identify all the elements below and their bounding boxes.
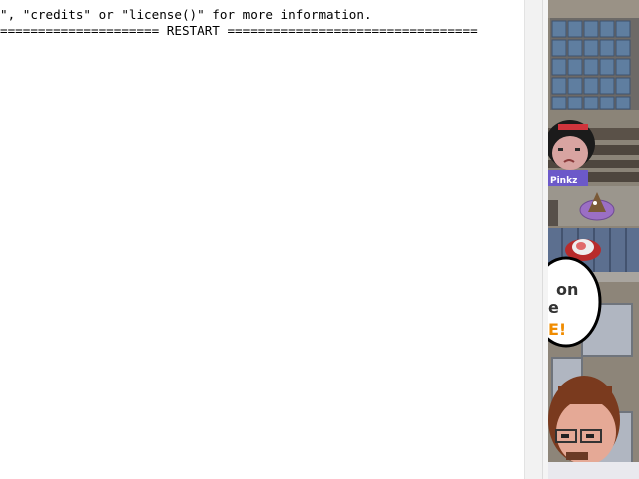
- game-scene: [548, 0, 639, 479]
- game-window[interactable]: on e E! Pinkz: [548, 0, 639, 479]
- speech-text-e: e: [548, 298, 559, 317]
- speech-text-exclaim: E!: [548, 320, 567, 339]
- console-info-line: ", "credits" or "license()" for more inf…: [0, 7, 372, 22]
- python-shell-output[interactable]: ", "credits" or "license()" for more inf…: [0, 0, 524, 479]
- shop-window: [550, 18, 639, 110]
- customer-name-tag: Pinkz: [550, 176, 578, 186]
- speech-text-on: on: [556, 280, 579, 299]
- vertical-scrollbar[interactable]: [524, 0, 542, 479]
- console-restart-line: ===================== RESTART ==========…: [0, 23, 478, 38]
